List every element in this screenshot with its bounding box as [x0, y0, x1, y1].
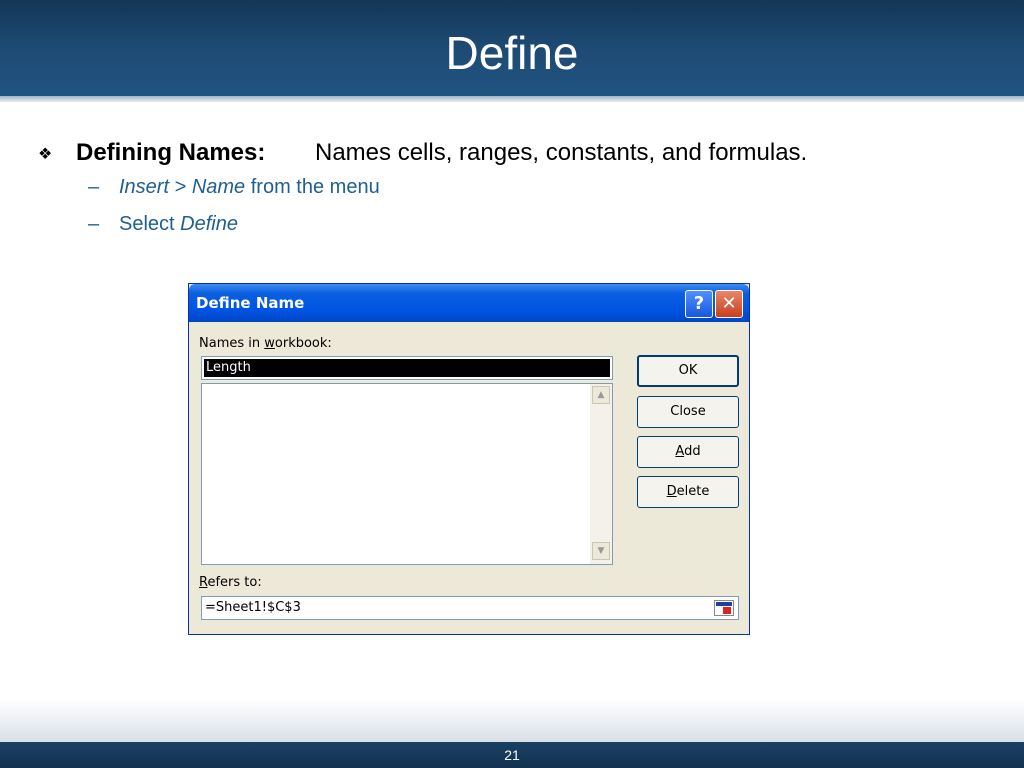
slide-title: Define — [445, 27, 579, 79]
refers-to-label: Refers to: — [199, 575, 262, 590]
header-sheen — [0, 96, 1024, 102]
listbox-scrollbar[interactable]: ▲ ▼ — [590, 384, 612, 564]
define-name-dialog: Define Name ? ✕ Names in workbook: Lengt… — [188, 283, 750, 635]
page-number: 21 — [504, 747, 520, 763]
footer-sheen — [0, 700, 1024, 742]
insert-text: Insert — [119, 176, 170, 198]
close-icon: ✕ — [721, 293, 737, 314]
sub-bullet-insert: – Insert > Name from the menu — [88, 176, 380, 199]
ok-button[interactable]: OK — [637, 355, 739, 387]
add-label: dd — [684, 444, 701, 459]
refers-to-value: =Sheet1!$C$3 — [205, 600, 301, 615]
names-listbox[interactable]: ▲ ▼ — [201, 383, 613, 565]
refers-label-rest: efers to: — [207, 575, 262, 590]
name-input-value: Length — [204, 359, 610, 377]
close-window-button[interactable]: ✕ — [715, 290, 743, 318]
name-text: Name — [191, 176, 246, 198]
gt-text: > — [169, 176, 192, 198]
select-text: Select — [119, 213, 181, 235]
help-button[interactable]: ? — [685, 290, 713, 318]
define-text: Define — [180, 213, 238, 235]
name-input[interactable]: Length — [201, 356, 613, 380]
bullet-text: Names cells, ranges, constants, and form… — [315, 139, 808, 166]
dialog-title: Define Name — [196, 294, 305, 312]
delete-label: elete — [676, 484, 710, 499]
bullet-bold-text: Defining Names: — [76, 139, 266, 166]
help-icon: ? — [693, 293, 705, 314]
label-part: Names in — [199, 336, 265, 351]
scroll-up-icon[interactable]: ▲ — [592, 386, 610, 404]
collapse-dialog-icon[interactable] — [714, 600, 734, 616]
delete-button[interactable]: Delete — [637, 476, 739, 508]
label-part: orkbook: — [274, 336, 332, 351]
sub-bullet-select: – Select Define — [88, 213, 238, 236]
dash: – — [88, 176, 100, 198]
add-accelerator: A — [675, 444, 685, 459]
scroll-down-icon[interactable]: ▼ — [592, 542, 610, 560]
dialog-titlebar[interactable]: Define Name ? ✕ — [189, 284, 749, 322]
collapse-icon-bar — [716, 602, 732, 606]
dash: – — [88, 213, 100, 235]
names-in-workbook-label: Names in workbook: — [199, 336, 332, 351]
from-menu-text: from the menu — [245, 176, 380, 198]
delete-accelerator: D — [666, 484, 677, 499]
refers-to-input[interactable]: =Sheet1!$C$3 — [201, 596, 739, 620]
diamond-bullet-icon: ❖ — [38, 146, 53, 163]
collapse-icon-mark — [723, 607, 731, 614]
add-button[interactable]: Add — [637, 436, 739, 468]
label-accelerator: w — [264, 336, 275, 351]
slide-footer: 21 — [0, 742, 1024, 768]
close-button[interactable]: Close — [637, 396, 739, 428]
